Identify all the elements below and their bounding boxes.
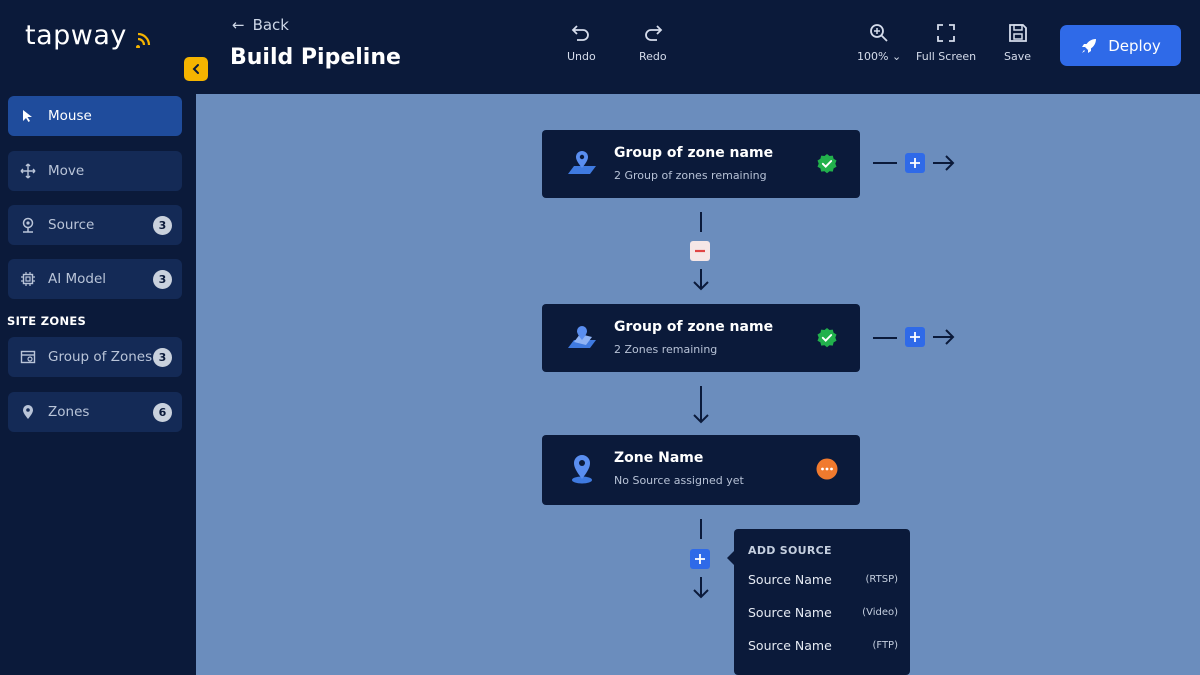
add-next-node-button[interactable] — [905, 327, 925, 347]
sidebar-item-label: Group of Zones — [48, 349, 153, 365]
connector-line — [873, 162, 897, 164]
arrow-down-icon — [693, 577, 709, 599]
signal-icon — [136, 32, 151, 48]
save-icon — [1008, 24, 1027, 42]
connector-line — [700, 212, 702, 232]
rocket-icon — [1082, 38, 1097, 53]
node-subtitle: No Source assigned yet — [614, 474, 744, 487]
back-label: Back — [252, 16, 289, 34]
zoom-level: 100% ⌄ — [857, 50, 902, 63]
undo-button[interactable]: Undo — [567, 22, 596, 63]
arrow-right-icon — [933, 155, 955, 171]
app-logo: tapway — [25, 20, 127, 51]
save-button[interactable]: Save — [1004, 22, 1031, 63]
redo-label: Redo — [639, 50, 667, 63]
pin-icon — [20, 404, 36, 420]
verified-check-icon — [817, 328, 837, 348]
minus-icon — [695, 249, 705, 253]
add-next-node-button[interactable] — [905, 153, 925, 173]
sidebar-item-label: Mouse — [48, 108, 92, 124]
page-title: Build Pipeline — [230, 45, 401, 70]
plus-icon — [695, 554, 705, 564]
source-option-ftp[interactable]: Source Name (FTP) — [748, 635, 898, 655]
source-name: Source Name — [748, 604, 832, 620]
sidebar-item-ai-model[interactable]: AI Model 3 — [8, 259, 182, 299]
source-option-video[interactable]: Source Name (Video) — [748, 602, 898, 622]
count-badge: 3 — [153, 270, 172, 289]
zoom-dropdown[interactable]: 100% ⌄ — [857, 22, 901, 63]
zoom-icon — [870, 24, 888, 42]
top-bar: tapway ← Back Build Pipeline Undo Redo 1… — [0, 0, 1200, 94]
map-zone-icon — [568, 151, 596, 174]
arrow-down-icon — [693, 386, 709, 424]
pipeline-node-group-of-zones[interactable]: Group of zone name 2 Zones remaining — [542, 304, 860, 372]
node-title: Zone Name — [614, 450, 704, 466]
sidebar: Mouse Move Source 3 AI Model 3 SITE ZONE… — [0, 94, 196, 675]
sidebar-item-label: Source — [48, 217, 95, 233]
node-subtitle: 2 Zones remaining — [614, 343, 718, 356]
node-subtitle: 2 Group of zones remaining — [614, 169, 767, 182]
map-zone-icon — [568, 326, 596, 348]
chip-icon — [20, 271, 36, 287]
collapse-sidebar-button[interactable] — [184, 57, 208, 81]
node-title: Group of zone name — [614, 319, 774, 335]
arrow-left-icon: ← — [232, 16, 245, 34]
source-name: Source Name — [748, 637, 832, 653]
plus-icon — [910, 158, 920, 168]
add-source-menu: ADD SOURCE Source Name (RTSP) Source Nam… — [727, 529, 910, 675]
source-option-rtsp[interactable]: Source Name (RTSP) — [748, 569, 898, 589]
connector-line — [873, 337, 897, 339]
source-name: Source Name — [748, 571, 832, 587]
undo-icon — [572, 25, 590, 41]
sidebar-item-label: Move — [48, 163, 85, 179]
location-pin-icon — [572, 455, 592, 484]
back-link[interactable]: ← Back — [232, 16, 289, 34]
move-icon — [20, 163, 36, 179]
arrow-down-icon — [693, 269, 709, 291]
source-type: (Video) — [862, 606, 898, 618]
sidebar-item-label: Zones — [48, 404, 90, 420]
sidebar-item-source[interactable]: Source 3 — [8, 205, 182, 245]
sidebar-item-group-of-zones[interactable]: Group of Zones 3 — [8, 337, 182, 377]
zone-group-icon — [20, 349, 36, 365]
deploy-label: Deploy — [1108, 36, 1161, 55]
sidebar-item-move[interactable]: Move — [8, 151, 182, 191]
redo-button[interactable]: Redo — [639, 22, 667, 63]
sidebar-item-mouse[interactable]: Mouse — [8, 96, 182, 136]
count-badge: 6 — [153, 403, 172, 422]
sidebar-item-label: AI Model — [48, 271, 107, 287]
fullscreen-button[interactable]: Full Screen — [916, 22, 976, 63]
more-options-icon[interactable] — [816, 458, 838, 480]
chevron-left-icon — [192, 64, 199, 74]
remove-link-button[interactable] — [690, 241, 710, 261]
cursor-icon — [20, 108, 36, 124]
redo-icon — [644, 25, 663, 41]
source-type: (FTP) — [872, 639, 898, 651]
camera-icon — [20, 217, 36, 233]
source-type: (RTSP) — [865, 573, 898, 585]
pipeline-node-group-of-zones[interactable]: Group of zone name 2 Group of zones rema… — [542, 130, 860, 198]
plus-icon — [910, 332, 920, 342]
count-badge: 3 — [153, 348, 172, 367]
popover-caret — [727, 551, 734, 565]
arrow-right-icon — [933, 329, 955, 345]
sidebar-item-zones[interactable]: Zones 6 — [8, 392, 182, 432]
pipeline-node-zone[interactable]: Zone Name No Source assigned yet — [542, 435, 860, 505]
verified-check-icon — [817, 154, 837, 174]
add-source-button[interactable] — [690, 549, 710, 569]
count-badge: 3 — [153, 216, 172, 235]
deploy-button[interactable]: Deploy — [1060, 25, 1181, 66]
menu-title: ADD SOURCE — [748, 544, 832, 557]
undo-label: Undo — [567, 50, 596, 63]
fullscreen-icon — [937, 24, 955, 42]
save-label: Save — [1004, 50, 1032, 63]
connector-line — [700, 519, 702, 539]
node-title: Group of zone name — [614, 145, 774, 161]
section-heading: SITE ZONES — [7, 314, 87, 328]
fullscreen-label: Full Screen — [916, 50, 977, 63]
